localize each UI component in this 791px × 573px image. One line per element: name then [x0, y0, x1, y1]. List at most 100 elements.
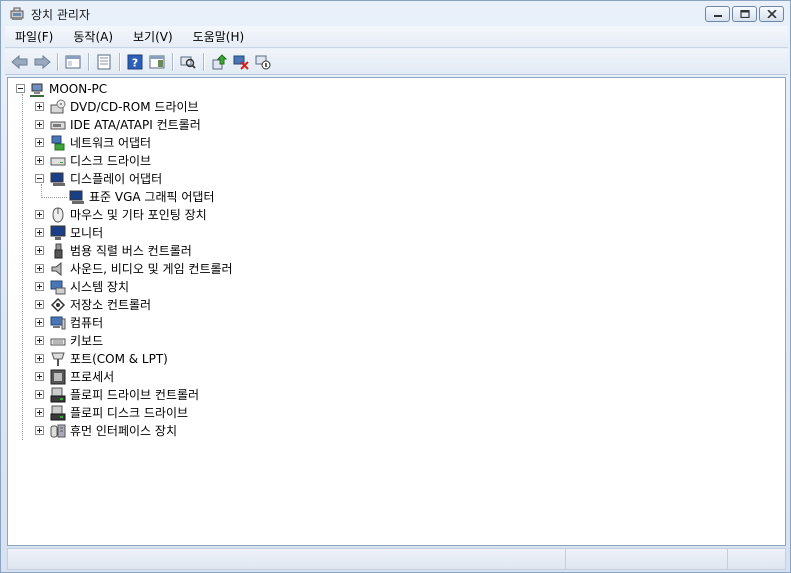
dvd-drive-icon: [50, 99, 66, 114]
network-adapter-icon: [51, 135, 65, 151]
back-icon: [11, 54, 28, 69]
update-driver-icon: [212, 53, 227, 69]
tree-item-label: 시스템 장치: [70, 280, 130, 294]
window-title: 장치 관리자: [31, 7, 91, 22]
toolbar-separator: [203, 52, 204, 71]
minimize-icon: [713, 15, 722, 17]
tree-item[interactable]: IDE ATA/ATAPI 컨트롤러: [35, 116, 201, 134]
tree-item[interactable]: 저장소 컨트롤러: [35, 296, 151, 314]
tree-item-label: 포트(COM & LPT): [70, 352, 168, 366]
floppy-drive-icon: [50, 405, 66, 421]
svg-text:?: ?: [132, 56, 138, 69]
close-button[interactable]: [759, 6, 784, 22]
help-icon: ?: [127, 54, 143, 69]
action-pane-icon: [149, 55, 165, 68]
expand-toggle[interactable]: [35, 120, 44, 129]
show-hide-console-tree-button[interactable]: [62, 51, 84, 73]
expand-toggle[interactable]: [35, 282, 44, 291]
show-hide-console-tree-icon: [65, 55, 81, 68]
keyboard-icon: [50, 338, 66, 346]
tree-item[interactable]: 디스플레이 어댑터: [35, 170, 162, 188]
tree-item[interactable]: 사운드, 비디오 및 게임 컨트롤러: [35, 260, 233, 278]
tree-child-item[interactable]: 표준 VGA 그래픽 어댑터: [69, 188, 214, 206]
tree-item[interactable]: 디스크 드라이브: [35, 152, 151, 170]
tree-item[interactable]: 플로피 드라이브 컨트롤러: [35, 386, 199, 404]
action-pane-button[interactable]: [146, 51, 168, 73]
forward-icon: [34, 54, 51, 69]
tree-root-label: MOON-PC: [49, 82, 108, 96]
tree-item-label: 프로세서: [70, 370, 115, 384]
tree-connector: [22, 94, 23, 440]
expand-toggle[interactable]: [35, 408, 44, 417]
tree-item-label: 플로피 디스크 드라이브: [70, 406, 189, 420]
tree-item[interactable]: 프로세서: [35, 368, 114, 386]
expand-toggle[interactable]: [35, 210, 44, 219]
uninstall-icon: [233, 55, 249, 70]
expand-toggle[interactable]: [35, 336, 44, 345]
status-pane-tertiary: [728, 549, 785, 569]
close-icon: [766, 10, 777, 18]
forward-button[interactable]: [31, 51, 53, 73]
tree-item-label: 범용 직렬 버스 컨트롤러: [70, 244, 192, 258]
sound-icon: [51, 261, 62, 277]
collapse-toggle[interactable]: [16, 84, 25, 93]
tree-root-node[interactable]: MOON-PC: [16, 80, 107, 98]
tree-item-label: 디스크 드라이브: [70, 154, 152, 168]
properties-button[interactable]: [93, 51, 115, 73]
disable-button[interactable]: [252, 51, 274, 73]
tree-item[interactable]: 범용 직렬 버스 컨트롤러: [35, 242, 192, 260]
expand-toggle[interactable]: [35, 372, 44, 381]
back-button[interactable]: [9, 51, 31, 73]
tree-item[interactable]: 모니터: [35, 224, 103, 242]
scan-hardware-icon: [180, 56, 196, 69]
menu-action[interactable]: 동작(A): [63, 27, 123, 47]
tree-item[interactable]: 플로피 디스크 드라이브: [35, 404, 188, 422]
expand-toggle[interactable]: [35, 102, 44, 111]
tree-item[interactable]: 휴먼 인터페이스 장치: [35, 422, 177, 440]
menu-file[interactable]: 파일(F): [5, 27, 63, 47]
expand-toggle[interactable]: [35, 156, 44, 165]
expand-toggle[interactable]: [35, 138, 44, 147]
expand-toggle[interactable]: [35, 264, 44, 273]
expand-toggle[interactable]: [35, 228, 44, 237]
device-tree[interactable]: MOON-PC DVD/CD-ROM 드라이브 IDE ATA/ATAPI 컨트…: [7, 77, 786, 546]
tree-item-label: 키보드: [70, 334, 104, 348]
menu-bar: 파일(F) 동작(A) 보기(V) 도움말(H): [5, 26, 788, 48]
tree-item-label: IDE ATA/ATAPI 컨트롤러: [70, 118, 201, 132]
ide-controller-icon: [50, 121, 66, 130]
expand-toggle[interactable]: [35, 246, 44, 255]
tree-item[interactable]: DVD/CD-ROM 드라이브: [35, 98, 199, 116]
tree-item-label: 플로피 드라이브 컨트롤러: [70, 388, 200, 402]
minimize-button[interactable]: [705, 6, 730, 22]
expand-toggle[interactable]: [35, 426, 44, 435]
tree-child-label: 표준 VGA 그래픽 어댑터: [89, 190, 215, 204]
device-manager-icon: [10, 7, 24, 20]
maximize-button[interactable]: [732, 6, 757, 22]
tree-item[interactable]: 포트(COM & LPT): [35, 350, 168, 368]
menu-help[interactable]: 도움말(H): [183, 27, 255, 47]
tree-item[interactable]: 컴퓨터: [35, 314, 103, 332]
tree-item[interactable]: 마우스 및 기타 포인팅 장치: [35, 206, 207, 224]
help-button[interactable]: ?: [124, 51, 146, 73]
expand-toggle[interactable]: [35, 318, 44, 327]
collapse-toggle[interactable]: [35, 174, 44, 183]
menu-view[interactable]: 보기(V): [123, 27, 183, 47]
storage-controller-icon: [50, 297, 66, 313]
tree-item[interactable]: 네트워크 어댑터: [35, 134, 151, 152]
status-pane-secondary: [566, 549, 728, 569]
update-driver-button[interactable]: [208, 51, 230, 73]
tree-item[interactable]: 키보드: [35, 332, 103, 350]
title-bar[interactable]: 장치 관리자: [1, 1, 790, 27]
tree-item-label: 사운드, 비디오 및 게임 컨트롤러: [70, 262, 233, 276]
floppy-controller-icon: [50, 387, 66, 403]
toolbar: ?: [5, 49, 788, 75]
computer-icon: [50, 316, 66, 330]
display-adapter-icon: [50, 172, 65, 186]
expand-toggle[interactable]: [35, 390, 44, 399]
expand-toggle[interactable]: [35, 354, 44, 363]
processor-icon: [50, 369, 66, 385]
uninstall-button[interactable]: [230, 51, 252, 73]
tree-item[interactable]: 시스템 장치: [35, 278, 129, 296]
expand-toggle[interactable]: [35, 300, 44, 309]
scan-hardware-button[interactable]: [177, 51, 199, 73]
